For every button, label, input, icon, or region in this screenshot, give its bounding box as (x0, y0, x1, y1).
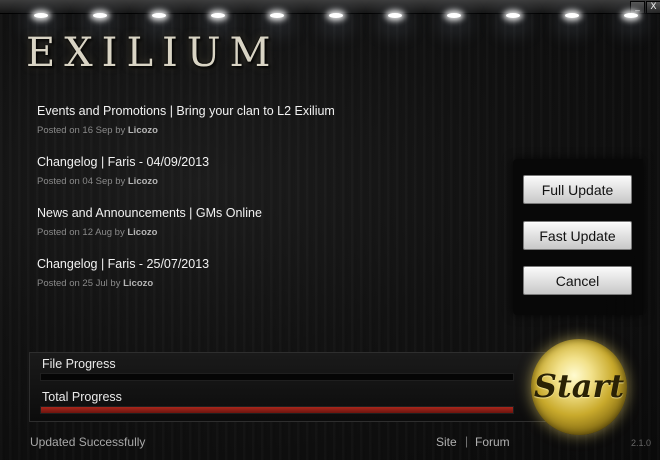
news-date: Posted on 04 Sep (37, 176, 113, 187)
spotlight-decoration (152, 13, 166, 18)
news-date: Posted on 12 Aug (37, 227, 113, 238)
footer-separator: | (465, 434, 469, 448)
exilium-logo: EXILIUM (26, 30, 280, 76)
forum-link[interactable]: Forum (475, 435, 510, 449)
news-author: Licozo (127, 227, 158, 238)
close-button[interactable]: X (646, 1, 660, 14)
file-progress-label: File Progress (42, 357, 116, 371)
full-update-button[interactable]: Full Update (523, 175, 632, 204)
news-by: by (110, 278, 121, 289)
news-title-link[interactable]: Events and Promotions | Bring your clan … (37, 104, 497, 118)
spotlight-decoration (565, 13, 579, 18)
spotlight-decoration (624, 13, 638, 18)
status-text: Updated Successfully (30, 435, 146, 449)
fast-update-button[interactable]: Fast Update (523, 221, 632, 250)
start-button[interactable]: Start (531, 339, 627, 435)
news-item: Changelog | Faris - 04/09/2013 Posted on… (37, 155, 497, 206)
title-bar[interactable]: _ X (0, 0, 660, 14)
news-title-link[interactable]: News and Announcements | GMs Online (37, 206, 497, 220)
spotlight-decoration (93, 13, 107, 18)
start-label: Start (533, 367, 625, 405)
spotlight-decoration (447, 13, 461, 18)
news-author: Licozo (127, 125, 158, 136)
news-item: Changelog | Faris - 25/07/2013 Posted on… (37, 257, 497, 308)
spotlight-decoration (270, 13, 284, 18)
spotlight-decoration (34, 13, 48, 18)
cancel-button[interactable]: Cancel (523, 266, 632, 295)
site-link[interactable]: Site (436, 435, 457, 449)
version-label: 2.1.0 (631, 438, 652, 448)
launcher-window: _ X EXILIUM Events and Promotions | Brin… (0, 0, 660, 460)
news-by: by (114, 227, 125, 238)
spotlight-decoration (211, 13, 225, 18)
news-meta: Posted on 16 Sep by Licozo (37, 125, 497, 136)
total-progress-fill (41, 407, 513, 413)
news-by: by (115, 176, 126, 187)
spotlight-decoration (506, 13, 520, 18)
news-meta: Posted on 25 Jul by Licozo (37, 278, 497, 289)
spotlight-decoration (388, 13, 402, 18)
news-meta: Posted on 04 Sep by Licozo (37, 176, 497, 187)
news-author: Licozo (127, 176, 158, 187)
news-meta: Posted on 12 Aug by Licozo (37, 227, 497, 238)
news-item: News and Announcements | GMs Online Post… (37, 206, 497, 257)
news-title-link[interactable]: Changelog | Faris - 04/09/2013 (37, 155, 497, 169)
news-item: Events and Promotions | Bring your clan … (37, 104, 497, 155)
total-progress-bar (40, 406, 514, 414)
news-date: Posted on 25 Jul (37, 278, 108, 289)
news-date: Posted on 16 Sep (37, 125, 113, 136)
total-progress-label: Total Progress (42, 390, 122, 404)
spotlight-decoration (329, 13, 343, 18)
news-title-link[interactable]: Changelog | Faris - 25/07/2013 (37, 257, 497, 271)
news-by: by (115, 125, 126, 136)
news-list: Events and Promotions | Bring your clan … (37, 104, 497, 308)
file-progress-bar (40, 373, 514, 381)
news-author: Licozo (123, 278, 154, 289)
